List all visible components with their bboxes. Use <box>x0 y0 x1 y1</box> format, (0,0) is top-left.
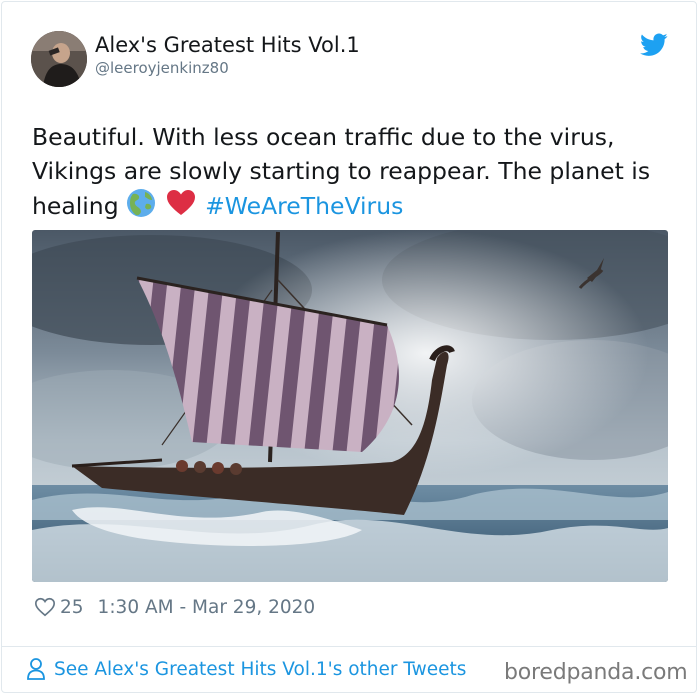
tweet-text-line-2: Vikings are slowly starting to reappear.… <box>32 157 651 185</box>
twitter-bird-icon[interactable] <box>640 33 668 57</box>
person-icon <box>27 658 45 680</box>
globe-icon <box>127 189 156 217</box>
see-other-tweets-label[interactable]: See Alex's Greatest Hits Vol.1's other T… <box>54 659 466 680</box>
tweet-text-line-3: healing #WeAreTheVirus <box>32 188 682 223</box>
divider <box>1 646 697 647</box>
see-other-tweets-link[interactable]: See Alex's Greatest Hits Vol.1's other T… <box>26 658 466 680</box>
red-heart-icon <box>166 190 195 215</box>
hashtag-link[interactable]: #WeAreTheVirus <box>205 192 403 220</box>
heart-icon[interactable] <box>34 596 56 618</box>
tweet-text-line-3-word: healing <box>32 192 119 220</box>
like-count[interactable]: 25 <box>60 597 84 618</box>
tweet-photo[interactable] <box>32 230 668 582</box>
tweet-meta: 25 1:30 AM - Mar 29, 2020 <box>34 596 315 618</box>
tweet-text-line-1: Beautiful. With less ocean traffic due t… <box>32 123 615 151</box>
tweet-text: Beautiful. With less ocean traffic due t… <box>32 120 682 223</box>
user-handle[interactable]: @leeroyjenkinz80 <box>95 59 229 77</box>
display-name[interactable]: Alex's Greatest Hits Vol.1 <box>95 33 360 57</box>
avatar[interactable] <box>31 31 87 87</box>
tweet-timestamp[interactable]: 1:30 AM - Mar 29, 2020 <box>98 597 316 618</box>
watermark: boredpanda.com <box>504 660 688 685</box>
